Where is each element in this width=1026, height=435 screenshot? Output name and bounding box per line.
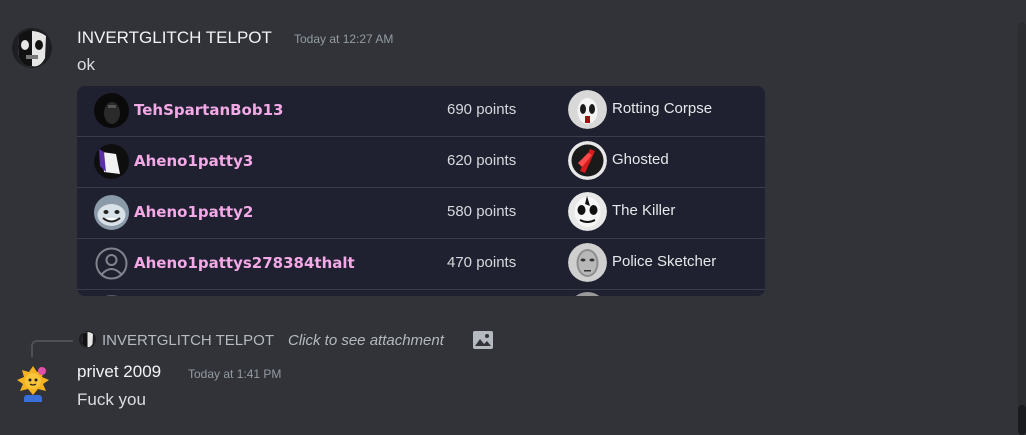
purple-white-icon <box>94 144 129 179</box>
leaderboard-player-name: Aheno1patty2 <box>134 203 254 221</box>
scrollbar-thumb[interactable] <box>1018 405 1026 435</box>
the-killer-icon <box>568 192 607 231</box>
leaderboard-rank: Rotting Corpse <box>612 100 713 117</box>
ghosted-icon <box>568 141 607 180</box>
message-timestamp: Today at 12:27 AM <box>294 32 394 46</box>
leaderboard-player-name: Aheno1pattys278384thalt <box>134 254 355 272</box>
reply-author[interactable]: INVERTGLITCH TELPOT <box>102 332 274 349</box>
ghost-mask-icon <box>79 331 96 348</box>
leaderboard-points: 620 points <box>447 152 517 169</box>
yellow-creature-icon <box>17 366 49 402</box>
reply-connector <box>31 340 73 357</box>
leaderboard-row: Aheno1pattys278384thalt 470 points Polic… <box>77 239 765 290</box>
message-author[interactable]: INVERTGLITCH TELPOT <box>77 28 272 48</box>
leaderboard-row: Aheno1patty2 580 points The Killer <box>77 188 765 239</box>
leaderboard-row-partial <box>77 290 765 296</box>
author-avatar[interactable] <box>12 362 52 402</box>
message-content: ok <box>77 55 95 74</box>
scrollbar-track[interactable] <box>1018 22 1026 432</box>
leaderboard-points: 690 points <box>447 101 517 118</box>
leaderboard-rank: The Killer <box>612 202 676 219</box>
leaderboard-points: 580 points <box>447 203 517 220</box>
default-user-icon <box>94 246 129 281</box>
dark-figure-icon <box>94 93 129 128</box>
message-timestamp: Today at 1:41 PM <box>188 367 282 381</box>
police-sketcher-icon <box>568 243 607 282</box>
reply-avatar[interactable] <box>79 331 96 348</box>
leaderboard-rank: Police Sketcher <box>612 253 717 270</box>
leaderboard-player-name: Aheno1patty3 <box>134 152 254 170</box>
image-icon[interactable] <box>472 330 494 350</box>
ghost-mask-icon <box>12 28 52 68</box>
leaderboard-embed: TehSpartanBob13 690 points Rotting Corps… <box>77 86 765 296</box>
leaderboard-row: TehSpartanBob13 690 points Rotting Corps… <box>77 86 765 137</box>
reply-attachment-link[interactable]: Click to see attachment <box>288 332 444 349</box>
leaderboard-rank: Ghosted <box>612 151 669 168</box>
message-author[interactable]: privet 2009 <box>77 362 161 382</box>
leaderboard-row: Aheno1patty3 620 points Ghosted <box>77 137 765 188</box>
author-avatar[interactable] <box>12 28 52 68</box>
rotting-corpse-icon <box>568 90 607 129</box>
leaderboard-player-name: TehSpartanBob13 <box>134 101 284 119</box>
leaderboard-points: 470 points <box>447 254 517 271</box>
grinning-face-icon <box>94 195 129 230</box>
default-user-icon <box>94 295 129 296</box>
rank-icon <box>568 292 607 296</box>
message-content: Fuck you <box>77 390 146 409</box>
